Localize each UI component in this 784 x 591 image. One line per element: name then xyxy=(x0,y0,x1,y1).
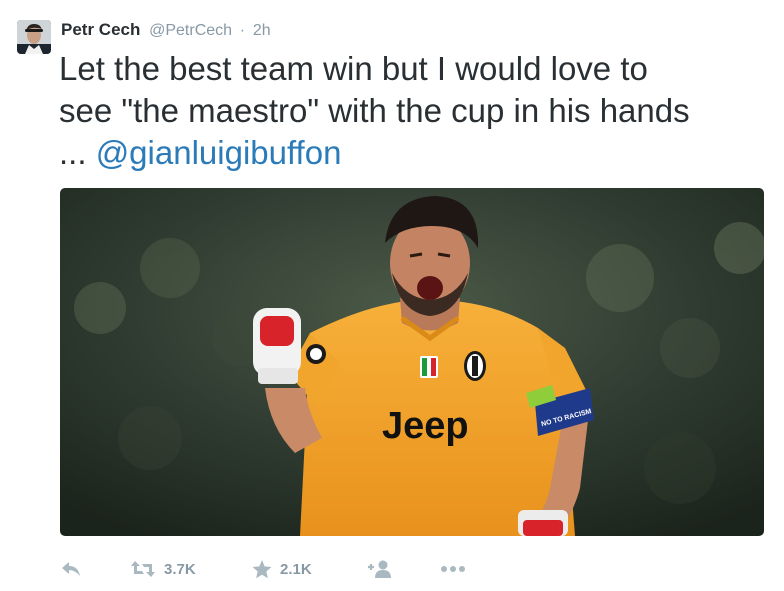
retweet-count: 3.7K xyxy=(164,560,196,578)
tweet-text-line: ... @gianluigibuffon xyxy=(59,132,759,174)
tweet-text-line: see "the maestro" with the cup in his ha… xyxy=(59,92,690,129)
favorite-button[interactable]: 2.1K xyxy=(252,556,312,582)
reply-icon xyxy=(60,560,82,578)
mention-link[interactable]: @gianluigibuffon xyxy=(96,134,342,171)
author-handle[interactable]: @PetrCech xyxy=(149,22,232,39)
tweet-text: Let the best team win but I would love t… xyxy=(59,48,759,174)
more-button[interactable] xyxy=(440,556,466,582)
jersey-logo-text: Jeep xyxy=(382,405,469,447)
avatar[interactable] xyxy=(17,20,51,54)
timestamp[interactable]: 2h xyxy=(253,22,271,39)
more-icon xyxy=(440,565,466,573)
follow-button[interactable] xyxy=(367,556,393,582)
tweet-text-prefix: ... xyxy=(59,134,96,171)
retweet-icon xyxy=(130,560,156,578)
retweet-button[interactable]: 3.7K xyxy=(130,556,196,582)
favorite-count: 2.1K xyxy=(280,560,312,578)
author-name[interactable]: Petr Cech xyxy=(61,20,140,39)
separator: · xyxy=(239,22,246,39)
tweet-card: Petr Cech @PetrCech · 2h Let the best te… xyxy=(0,0,784,591)
reply-button[interactable] xyxy=(60,556,82,582)
star-icon xyxy=(252,559,272,579)
tweet-photo[interactable]: NO TO RACISM Jeep xyxy=(60,188,764,536)
add-user-icon xyxy=(367,560,393,578)
tweet-text-line: Let the best team win but I would love t… xyxy=(59,50,648,87)
tweet-header: Petr Cech @PetrCech · 2h xyxy=(61,19,271,42)
tweet-actions: 3.7K 2.1K xyxy=(60,556,760,582)
